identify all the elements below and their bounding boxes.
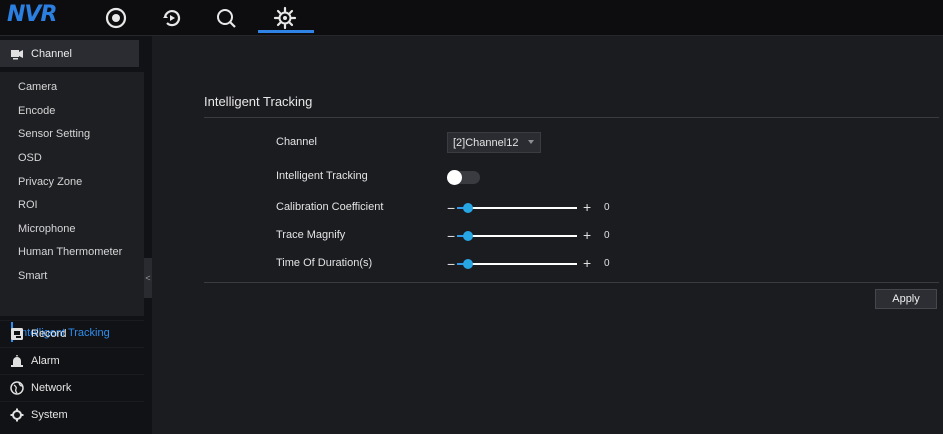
sidebar-group-label: Record: [31, 327, 67, 340]
slider-thumb[interactable]: [463, 203, 473, 213]
sidebar-group-alarm[interactable]: Alarm: [0, 347, 144, 373]
decrement-button[interactable]: −: [447, 229, 455, 243]
sidebar-item-smart[interactable]: Smart: [18, 269, 47, 283]
page-title: Intelligent Tracking: [204, 94, 313, 109]
sidebar-collapse-handle[interactable]: <: [144, 258, 152, 298]
main-content: Intelligent Tracking Channel [2]Channel1…: [152, 36, 943, 434]
sidebar-item-camera[interactable]: Camera: [18, 80, 57, 94]
intelligent-tracking-toggle[interactable]: [447, 170, 480, 185]
search-icon[interactable]: [214, 6, 238, 30]
sidebar-item-microphone[interactable]: Microphone: [18, 222, 75, 236]
network-globe-icon: [10, 380, 24, 395]
increment-button[interactable]: +: [583, 256, 591, 270]
slider-value: 0: [604, 258, 610, 269]
toggle-knob: [447, 170, 462, 185]
slider-thumb[interactable]: [463, 231, 473, 241]
sidebar-item-human-thermometer[interactable]: Human Thermometer: [18, 245, 122, 259]
sidebar-item-encode[interactable]: Encode: [18, 104, 55, 118]
apply-button[interactable]: Apply: [875, 289, 937, 309]
title-divider: [204, 117, 939, 118]
slider-thumb[interactable]: [463, 259, 473, 269]
slider-value: 0: [604, 230, 610, 241]
decrement-button[interactable]: −: [447, 257, 455, 271]
sidebar-group-system[interactable]: System: [0, 401, 144, 427]
record-icon: [10, 327, 24, 341]
system-gear-icon: [10, 408, 24, 422]
sidebar-group-record[interactable]: Record: [0, 320, 144, 346]
channel-submenu: Camera Encode Sensor Setting OSD Privacy…: [0, 72, 144, 342]
decrement-button[interactable]: −: [447, 201, 455, 215]
increment-button[interactable]: +: [583, 200, 591, 214]
top-bar: NVR: [0, 0, 943, 36]
settings-gear-icon[interactable]: [273, 6, 297, 30]
slider-track[interactable]: [457, 263, 577, 265]
calibration-coefficient-label: Calibration Coefficient: [276, 201, 384, 213]
sidebar-group-channel[interactable]: Channel: [0, 40, 139, 67]
sidebar-item-roi[interactable]: ROI: [18, 198, 38, 212]
slider-track[interactable]: [457, 235, 577, 237]
app-logo: NVR: [7, 2, 57, 27]
time-of-duration-label: Time Of Duration(s): [276, 257, 373, 269]
sidebar-group-label: Channel: [31, 47, 72, 60]
active-tab-indicator: [258, 30, 314, 33]
channel-label: Channel: [276, 136, 317, 148]
live-view-icon[interactable]: [104, 6, 128, 30]
trace-magnify-slider[interactable]: − + 0: [447, 228, 647, 244]
alarm-icon: [10, 354, 24, 368]
channel-select[interactable]: [2]Channel12: [447, 132, 541, 153]
sidebar-item-sensor-setting[interactable]: Sensor Setting: [18, 127, 90, 141]
sidebar-item-osd[interactable]: OSD: [18, 151, 42, 165]
sidebar-group-label: Network: [31, 381, 72, 394]
slider-value: 0: [604, 202, 610, 213]
form-divider: [204, 282, 939, 283]
channel-camera-icon: [10, 47, 24, 61]
increment-button[interactable]: +: [583, 228, 591, 242]
sidebar-group-label: Alarm: [31, 354, 60, 367]
channel-select-value: [2]Channel12: [453, 136, 519, 149]
intelligent-tracking-label: Intelligent Tracking: [276, 170, 368, 182]
trace-magnify-label: Trace Magnify: [276, 229, 346, 241]
calibration-coefficient-slider[interactable]: − + 0: [447, 200, 647, 216]
sidebar-item-privacy-zone[interactable]: Privacy Zone: [18, 175, 82, 189]
slider-track[interactable]: [457, 207, 577, 209]
sidebar: Channel Camera Encode Sensor Setting OSD…: [0, 36, 152, 434]
time-of-duration-slider[interactable]: − + 0: [447, 256, 647, 272]
chevron-down-icon: [528, 140, 534, 144]
sidebar-group-label: System: [31, 408, 68, 421]
sidebar-group-network[interactable]: Network: [0, 374, 144, 400]
playback-icon[interactable]: [160, 6, 184, 30]
